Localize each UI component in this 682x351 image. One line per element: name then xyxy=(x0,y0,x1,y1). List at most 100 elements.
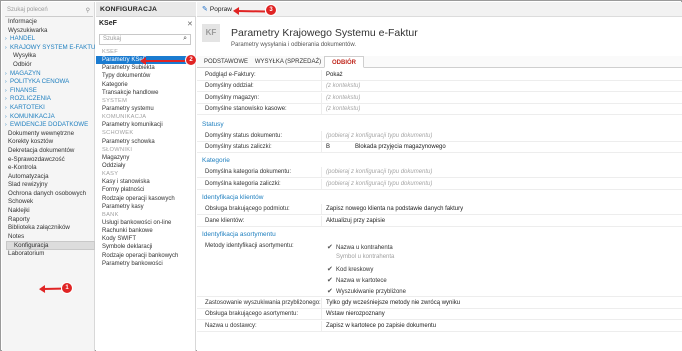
configuration-item[interactable]: Formy płatności xyxy=(96,186,196,194)
pin-icon[interactable]: ⚲ xyxy=(86,7,90,14)
configuration-item[interactable]: Oddziały xyxy=(96,162,196,170)
form-row-label: Metody identyfikacji asortymentu: xyxy=(205,243,294,249)
tab-wysylka[interactable]: WYSYŁKA (SPRZEDAŻ) xyxy=(253,56,323,68)
form-row[interactable]: Domyślna kategoria dokumentu: (pobieraj z… xyxy=(197,167,682,179)
nav-item[interactable]: Informacje xyxy=(2,18,95,27)
configuration-item[interactable]: Kategorie xyxy=(96,81,196,89)
method-checkbox[interactable]: ✔ Wyszukiwanie przybliżone xyxy=(327,287,406,295)
nav-item[interactable]: e-Kontrola xyxy=(2,164,95,173)
nav-section[interactable]: › POLITYKA CENOWA xyxy=(2,78,95,87)
nav-item-label: ROZLICZENIA xyxy=(10,95,51,103)
nav-item[interactable]: Dekretacja dokumentów xyxy=(2,147,95,156)
nav-item-label: Raporty xyxy=(8,215,30,223)
configuration-item[interactable]: Kody SWIFT xyxy=(96,235,196,243)
configuration-search-input[interactable]: Szukaj ⌕ xyxy=(99,34,191,45)
method-checkbox[interactable]: ✔ Nazwa u kontrahenta xyxy=(327,243,393,251)
nav-item[interactable]: Notes xyxy=(2,233,95,242)
form-row-value: (z kontekstu) xyxy=(326,83,361,90)
nav-section[interactable]: › KRAJOWY SYSTEM E-FAKTUR xyxy=(2,44,95,53)
nav-item[interactable]: Odbiór xyxy=(2,61,95,70)
configuration-item[interactable]: Parametry Subiekta xyxy=(96,64,196,72)
column-divider xyxy=(321,178,322,190)
configuration-group-heading: SCHOWEK xyxy=(102,130,134,137)
nav-item[interactable]: Korekty kosztów xyxy=(2,138,95,147)
edit-button[interactable]: ✎ Popraw xyxy=(202,5,232,13)
nav-section[interactable]: › ROZLICZENIA xyxy=(2,95,95,104)
nav-section[interactable]: › FINANSE xyxy=(2,87,95,96)
configuration-item[interactable]: Kasy i stanowiska xyxy=(96,178,196,186)
configuration-item[interactable]: Parametry schowka xyxy=(96,138,196,146)
method-checkbox[interactable]: ✔ Nazwa w kartotece xyxy=(327,276,387,284)
nav-item[interactable]: Konfiguracja xyxy=(6,241,95,251)
configuration-item[interactable]: Transakcje handlowe xyxy=(96,89,196,97)
method-checkbox[interactable]: ✔ Kod kreskowy xyxy=(327,265,373,273)
form-row[interactable]: Domyślne stanowisko kasowe: (z kontekstu) xyxy=(197,104,682,116)
nav-item[interactable]: Raporty xyxy=(2,216,95,225)
form-row[interactable]: Domyślny magazyn: (z kontekstu) xyxy=(197,92,682,104)
form-row[interactable]: Nazwa u dostawcy: Zapisz w kartotece po z… xyxy=(197,320,682,332)
configuration-item[interactable]: Parametry bankowości xyxy=(96,260,196,268)
configuration-item[interactable]: Parametry systemu xyxy=(96,105,196,113)
form-row[interactable]: Domyślna kategoria zaliczki: (pobieraj z … xyxy=(197,178,682,190)
method-checkbox-label: Nazwa w kartotece xyxy=(336,278,387,284)
configuration-group-heading: BANK xyxy=(102,211,119,218)
nav-item-label: e-Kontrola xyxy=(8,164,37,172)
form-row[interactable]: Obsługa brakującego asortymentu: Wstaw ni… xyxy=(197,309,682,321)
nav-item[interactable]: Wysyłka xyxy=(2,52,95,61)
configuration-item[interactable]: Rodzaje operacji bankowych xyxy=(96,252,196,260)
nav-item[interactable]: Naklejki xyxy=(2,207,95,216)
configuration-item[interactable]: Rachunki bankowe xyxy=(96,227,196,235)
nav-section[interactable]: › HANDEL xyxy=(2,35,95,44)
form-row-value: (pobieraj z konfiguracji typu dokumentu) xyxy=(326,169,433,176)
annotation-badge-1: 1 xyxy=(62,283,72,293)
form-row[interactable]: Zastosowanie wyszukiwania przybliżonego:… xyxy=(197,298,682,309)
tab-odbior[interactable]: ODBIÓR xyxy=(324,56,364,68)
edit-button-label: Popraw xyxy=(209,6,232,13)
configuration-item[interactable]: Symbole deklaracji xyxy=(96,243,196,251)
form-row[interactable]: Domyślny oddział: (z kontekstu) xyxy=(197,81,682,93)
section-heading: Identyfikacja asortymentu xyxy=(202,231,276,238)
nav-item[interactable]: Ochrona danych osobowych xyxy=(2,190,95,199)
tab-podstawowe[interactable]: PODSTAWOWE xyxy=(201,56,251,68)
configuration-subheader-label: KSeF xyxy=(99,20,117,27)
method-checkbox[interactable]: Symbol u kontrahenta xyxy=(327,254,394,260)
nav-item[interactable]: Automatyzacja xyxy=(2,173,95,182)
nav-section[interactable]: › KARTOTEKI xyxy=(2,104,95,113)
checkmark-icon: ✔ xyxy=(327,288,333,295)
nav-item[interactable]: Schowek xyxy=(2,198,95,207)
app-window: Szukaj poleceń ⚲ Informacje Wyszukiwarka ›… xyxy=(0,0,682,351)
column-divider xyxy=(321,81,322,93)
configuration-item[interactable]: Magazyny xyxy=(96,154,196,162)
nav-item-label: Ochrona danych osobowych xyxy=(8,189,87,197)
form-row[interactable]: Domyślny status zaliczki: B Blokada przyję… xyxy=(197,142,682,153)
nav-item[interactable]: Dokumenty wewnętrzne xyxy=(2,130,95,139)
configuration-item[interactable]: Typy dokumentów xyxy=(96,72,196,80)
form-row[interactable]: Dane klientów: Aktualizuj przy zapisie xyxy=(197,215,682,227)
form-row[interactable]: Obsługa brakującego podmiotu: Zapisz nowe… xyxy=(197,204,682,216)
nav-item[interactable]: Ślad rewizyjny xyxy=(2,181,95,190)
column-divider xyxy=(321,320,322,332)
nav-item[interactable]: Biblioteka załączników xyxy=(2,224,95,233)
checkmark-icon: ✔ xyxy=(327,277,333,284)
configuration-item[interactable]: Usługi bankowości on-line xyxy=(96,219,196,227)
nav-search-input[interactable]: Szukaj poleceń ⚲ xyxy=(5,5,93,17)
search-icon[interactable]: ⌕ xyxy=(183,35,187,43)
nav-section[interactable]: › MAGAZYN xyxy=(2,70,95,79)
nav-item[interactable]: e-Sprawozdawczość xyxy=(2,156,95,165)
configuration-item[interactable]: Parametry komunikacji xyxy=(96,121,196,129)
close-icon[interactable]: ✕ xyxy=(187,20,193,28)
form-row[interactable]: Domyślny status dokumentu: (pobieraj z ko… xyxy=(197,130,682,142)
nav-section[interactable]: › KOMUNIKACJA xyxy=(2,113,95,122)
nav-item[interactable]: Laboratorium xyxy=(2,250,95,259)
form-row[interactable]: Podgląd e-Faktury: Pokaż xyxy=(197,70,682,81)
page-subtitle: Parametry wysyłania i odbierania dokumen… xyxy=(231,42,357,48)
nav-section[interactable]: › EWIDENCJE DODATKOWE xyxy=(2,121,95,130)
nav-item[interactable]: Wyszukiwarka xyxy=(2,27,95,36)
annotation-arrow-1 xyxy=(42,287,62,290)
annotation-badge-2: 2 xyxy=(186,55,196,65)
method-checkbox-label: Kod kreskowy xyxy=(336,267,374,273)
configuration-item[interactable]: Rodzaje operacji kasowych xyxy=(96,195,196,203)
form-row-value: Aktualizuj przy zapisie xyxy=(326,217,386,224)
configuration-item[interactable]: Parametry kasy xyxy=(96,203,196,211)
page-icon: KF xyxy=(202,24,220,42)
